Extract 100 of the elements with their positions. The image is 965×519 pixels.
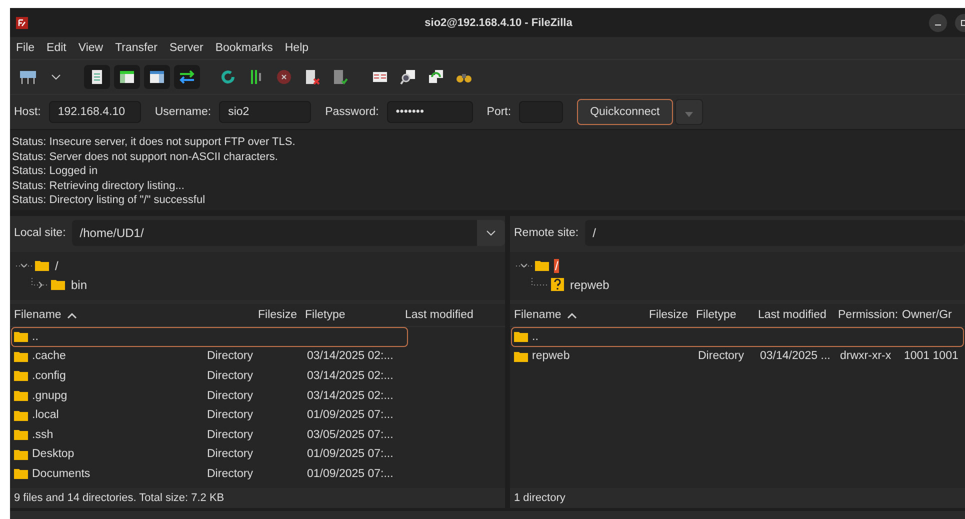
file-date: 03/14/2025 02:...: [307, 390, 394, 402]
folder-icon: [14, 448, 28, 460]
column-header[interactable]: Owner/Gr: [898, 309, 965, 321]
file-name: repweb: [532, 350, 570, 362]
tree-item[interactable]: /: [54, 258, 60, 272]
path-field[interactable]: /home/UD1/: [72, 220, 505, 246]
folder-icon: [51, 279, 65, 290]
tree-item[interactable]: repweb: [569, 278, 610, 292]
password-field[interactable]: •••••••: [386, 101, 473, 123]
dropdown-button[interactable]: [674, 99, 703, 125]
column-header[interactable]: Filename: [510, 309, 640, 321]
site-label: Local site:: [14, 227, 66, 239]
status-text: 9 files and 14 directories. Total size: 7.2 KB: [14, 492, 224, 504]
folder-icon: [535, 260, 549, 271]
text-field[interactable]: sio2: [219, 101, 312, 123]
tree-item[interactable]: bin: [70, 278, 88, 292]
log-line: Status: Server does not support non-ASCII characters.: [12, 150, 279, 164]
file-type: Directory: [207, 448, 254, 460]
file-type: Directory: [698, 350, 744, 362]
file-type: Directory: [207, 468, 254, 480]
log-line: Status: Directory listing of "/" successful: [12, 193, 206, 208]
text-field[interactable]: 192.168.4.10: [48, 101, 141, 123]
file-date: 03/14/2025 02:...: [307, 370, 394, 382]
menu-item[interactable]: Transfer: [115, 42, 158, 54]
file-name: ..: [32, 330, 38, 343]
column-header[interactable]: Filename: [10, 309, 239, 321]
folder-icon: [35, 260, 49, 271]
file-row[interactable]: .local Directory 01/09/2025 07:...: [11, 405, 408, 425]
folder-icon: [14, 468, 28, 480]
file-type: Directory: [207, 409, 254, 422]
file-type: Directory: [207, 390, 254, 402]
file-name: .cache: [32, 350, 66, 362]
field-label: Password:: [325, 106, 379, 118]
file-date: 03/14/2025 ...: [760, 350, 830, 362]
folder-icon: [14, 370, 28, 382]
menu-item[interactable]: Help: [284, 42, 309, 54]
file-date: 01/09/2025 07:...: [307, 448, 394, 460]
menu-item[interactable]: Bookmarks: [215, 42, 273, 54]
field-label: Host:: [14, 106, 41, 118]
column-header[interactable]: Filetype: [692, 309, 754, 321]
file-row[interactable]: .cache Directory 03/14/2025 02:...: [11, 346, 408, 366]
menu-item[interactable]: View: [78, 42, 104, 54]
file-row[interactable]: Desktop Directory 01/09/2025 07:...: [11, 444, 408, 464]
log-line: Status: Retrieving directory listing...: [12, 178, 186, 194]
file-row[interactable]: .ssh Directory 03/05/2025 07:...: [11, 424, 408, 445]
path-field[interactable]: /: [584, 220, 965, 246]
file-row[interactable]: ..: [11, 327, 408, 347]
tree-item[interactable]: /: [554, 258, 560, 272]
file-name: ..: [532, 330, 538, 343]
file-row[interactable]: Documents Directory 01/09/2025 07:...: [11, 464, 408, 484]
file-type: Directory: [207, 428, 254, 441]
window-icon[interactable]: [144, 65, 170, 89]
window-icon[interactable]: [114, 65, 140, 89]
file-name: Desktop: [32, 448, 74, 460]
folder-icon: [14, 390, 28, 402]
quickconnect-button[interactable]: Quickconnect: [577, 99, 673, 125]
field-label: Username:: [154, 106, 212, 118]
folder-icon: [14, 429, 28, 440]
log-line: Status: Logged in: [12, 164, 99, 179]
column-header[interactable]: Last modified: [401, 309, 505, 321]
file-name: Documents: [32, 468, 90, 480]
column-header[interactable]: Last modified: [754, 309, 834, 321]
file-name: .gnupg: [32, 390, 68, 402]
file-row[interactable]: .config Directory 03/14/2025 02:...: [11, 366, 408, 386]
transfer-arrows-icon[interactable]: [174, 65, 200, 89]
file-date: 03/14/2025 02:...: [307, 350, 394, 362]
caret-icon: [684, 112, 693, 116]
folder-icon: [14, 331, 28, 342]
folder-icon: [14, 350, 28, 362]
file-name: .config: [32, 370, 66, 382]
folder-icon: [14, 410, 28, 421]
file-row[interactable]: repweb Directory 03/14/2025 ... drwxr-xr-x 1001 1001: [511, 346, 964, 366]
file-permissions: drwxr-xr-x: [840, 350, 892, 362]
file-date: 03/05/2025 07:...: [307, 428, 394, 441]
log-line: Status: Insecure server, it does not support FTP over TLS.: [12, 135, 296, 150]
window-title: sio2@192.168.4.10 - FileZilla: [424, 16, 574, 28]
menu-item[interactable]: Edit: [46, 42, 66, 54]
file-owner: 1001 1001: [904, 350, 958, 362]
field-label: Port:: [486, 106, 512, 118]
column-header[interactable]: Filesize: [640, 309, 692, 321]
question-folder-icon: [551, 278, 564, 291]
column-header[interactable]: Permission:: [834, 309, 898, 321]
file-type: Directory: [207, 350, 254, 362]
menu-item[interactable]: File: [16, 42, 35, 54]
folder-icon: [514, 350, 528, 362]
document-icon[interactable]: [84, 65, 110, 89]
file-row[interactable]: .gnupg Directory 03/14/2025 02:...: [11, 386, 408, 406]
file-name: .local: [32, 409, 59, 422]
file-date: 01/09/2025 07:...: [307, 409, 394, 422]
site-label: Remote site:: [514, 227, 579, 239]
column-header[interactable]: Filesize: [239, 309, 301, 321]
column-header[interactable]: Filetype: [301, 309, 401, 321]
folder-icon: [514, 331, 528, 342]
file-type: Directory: [207, 370, 254, 382]
app-logo-icon: [16, 16, 28, 28]
menu-item[interactable]: Server: [169, 42, 204, 54]
status-text: 1 directory: [514, 492, 566, 504]
file-date: 01/09/2025 07:...: [307, 468, 394, 480]
file-row[interactable]: ..: [511, 327, 964, 347]
file-name: .ssh: [32, 428, 54, 441]
